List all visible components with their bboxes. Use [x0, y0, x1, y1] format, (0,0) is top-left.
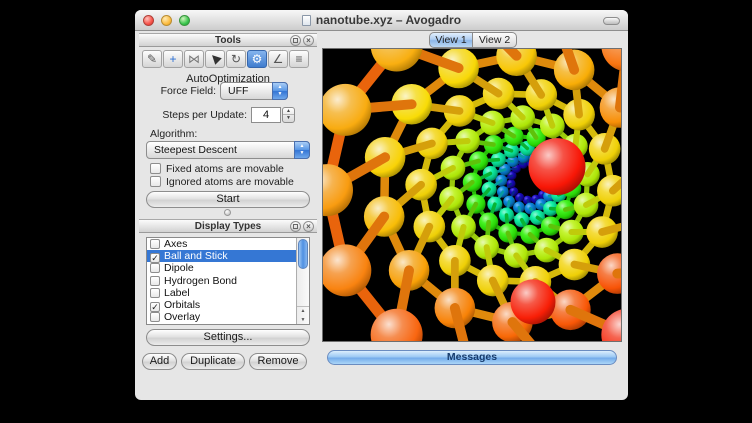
scrollbar-thumb[interactable] [298, 239, 308, 269]
float-icon [293, 38, 298, 43]
algorithm-label: Algorithm: [150, 127, 197, 141]
display-type-row[interactable]: Dipole [147, 262, 296, 274]
display-type-label: Orbitals [164, 299, 200, 311]
display-type-row[interactable]: Overlay [147, 311, 296, 323]
auto-optimize-tool-button[interactable]: ⚙ [247, 50, 267, 68]
left-dock: Tools × ✎+⋈▶↻⚙∠≡ AutoOptimization Force … [139, 33, 317, 396]
view-tabbar: View 1View 2 [429, 32, 517, 49]
auto-rotate-tool-icon: ↻ [231, 52, 241, 66]
close-icon: × [306, 36, 311, 45]
tab-view-1[interactable]: View 1 [429, 32, 473, 48]
display-type-listbox: Axes✓Ball and StickDipoleHydrogen BondLa… [146, 237, 310, 325]
window-title: nanotube.xyz – Avogadro [205, 13, 558, 27]
settings-button[interactable]: Settings... [146, 329, 310, 346]
measure-tool-icon: ∠ [273, 52, 284, 66]
gl-viewport[interactable] [322, 48, 622, 342]
selection-tool-button[interactable]: ▶ [205, 50, 225, 68]
ignored-atoms-label: Ignored atoms are movable [166, 176, 294, 188]
float-icon [293, 224, 298, 229]
unchecked-checkbox-icon[interactable] [150, 288, 160, 298]
close-panel-button[interactable]: × [303, 35, 314, 46]
document-icon [302, 15, 311, 26]
algorithm-value: Steepest Descent [154, 144, 291, 156]
float-panel-button[interactable] [290, 35, 301, 46]
display-buttons-row: AddDuplicateRemove [139, 353, 317, 370]
display-type-row[interactable]: Label [147, 287, 296, 299]
force-field-label: Force Field: [139, 84, 216, 98]
force-field-value: UFF [228, 85, 269, 97]
display-type-label: Overlay [164, 311, 200, 323]
draw-tool-icon: ✎ [147, 52, 157, 66]
algorithm-popup[interactable]: Steepest Descent ▲▼ [146, 141, 310, 159]
steps-per-update-field[interactable]: 4 [251, 107, 281, 123]
unchecked-checkbox-icon[interactable] [150, 312, 160, 322]
fixed-atoms-checkbox-row[interactable]: Fixed atoms are movable [150, 163, 284, 176]
display-type-label: Dipole [164, 262, 194, 274]
auto-optimize-tool-icon: ⚙ [252, 52, 263, 66]
force-field-popup[interactable]: UFF ▲▼ [220, 82, 288, 100]
display-type-row[interactable]: Hydrogen Bond [147, 275, 296, 287]
align-tool-button[interactable]: ≡ [289, 50, 309, 68]
close-panel-button[interactable]: × [303, 221, 314, 232]
unchecked-checkbox-icon[interactable] [150, 276, 160, 286]
float-panel-button[interactable] [290, 221, 301, 232]
display-type-row[interactable]: ✓Ball and Stick [147, 250, 296, 262]
toolbar-pill-button[interactable] [603, 17, 620, 25]
tab-view-2[interactable]: View 2 [473, 32, 517, 48]
messages-button[interactable]: Messages [327, 350, 617, 365]
unchecked-checkbox-icon[interactable] [150, 239, 160, 249]
unchecked-checkbox-icon[interactable] [150, 176, 161, 187]
close-window-button[interactable] [143, 15, 154, 26]
bond-centric-tool-button[interactable]: ⋈ [184, 50, 204, 68]
navigate-tool-icon: + [169, 52, 176, 66]
popup-arrows-icon: ▲▼ [272, 82, 288, 100]
display-type-row[interactable]: Axes [147, 238, 296, 250]
display-type-label: Label [164, 287, 190, 299]
display-type-label: Axes [164, 238, 187, 250]
zoom-window-button[interactable] [179, 15, 190, 26]
auto-rotate-tool-button[interactable]: ↻ [226, 50, 246, 68]
display-types-panel-header[interactable]: Display Types × [139, 219, 317, 233]
steps-stepper[interactable]: ▲ ▼ [282, 107, 295, 123]
duplicate-button[interactable]: Duplicate [181, 353, 245, 370]
selection-tool-icon: ▶ [206, 50, 224, 68]
fixed-atoms-label: Fixed atoms are movable [166, 163, 284, 175]
display-types-panel-title: Display Types [195, 221, 262, 232]
navigate-tool-button[interactable]: + [163, 50, 183, 68]
tools-panel-header[interactable]: Tools × [139, 33, 317, 47]
add-button[interactable]: Add [142, 353, 177, 370]
tools-toolbar: ✎ + ⋈ ▶ ↻ ⚙ ∠ ≡ [142, 50, 310, 69]
unchecked-checkbox-icon[interactable] [150, 263, 160, 273]
draw-tool-button[interactable]: ✎ [142, 50, 162, 68]
minimize-window-button[interactable] [161, 15, 172, 26]
display-type-label: Ball and Stick [164, 250, 228, 262]
title-bar[interactable]: nanotube.xyz – Avogadro [135, 10, 628, 31]
popup-arrows-icon: ▲▼ [294, 141, 310, 159]
display-type-label: Hydrogen Bond [164, 275, 237, 287]
bond-centric-tool-icon: ⋈ [188, 52, 200, 66]
scrollbar-arrows[interactable]: ▲▼ [297, 306, 309, 324]
splitter-handle[interactable] [224, 209, 231, 216]
tools-panel-title: Tools [215, 35, 241, 46]
measure-tool-button[interactable]: ∠ [268, 50, 288, 68]
unchecked-checkbox-icon[interactable] [150, 163, 161, 174]
vertical-scrollbar[interactable]: ▲▼ [296, 238, 309, 324]
stepper-up-icon[interactable]: ▲ [283, 108, 294, 115]
steps-per-update-label: Steps per Update: [139, 108, 247, 122]
display-type-row[interactable]: ✓Orbitals [147, 299, 296, 311]
start-button[interactable]: Start [146, 191, 310, 208]
close-icon: × [306, 222, 311, 231]
nanotube-render [323, 49, 622, 342]
avogadro-window: nanotube.xyz – Avogadro Tools × ✎ + ⋈ ▶ ↻ ⚙ ∠ ≡… [135, 10, 628, 400]
stepper-down-icon[interactable]: ▼ [283, 115, 294, 122]
align-tool-icon: ≡ [295, 52, 302, 66]
display-type-list: Axes✓Ball and StickDipoleHydrogen BondLa… [147, 238, 296, 323]
ignored-atoms-checkbox-row[interactable]: Ignored atoms are movable [150, 176, 294, 189]
remove-button[interactable]: Remove [249, 353, 307, 370]
